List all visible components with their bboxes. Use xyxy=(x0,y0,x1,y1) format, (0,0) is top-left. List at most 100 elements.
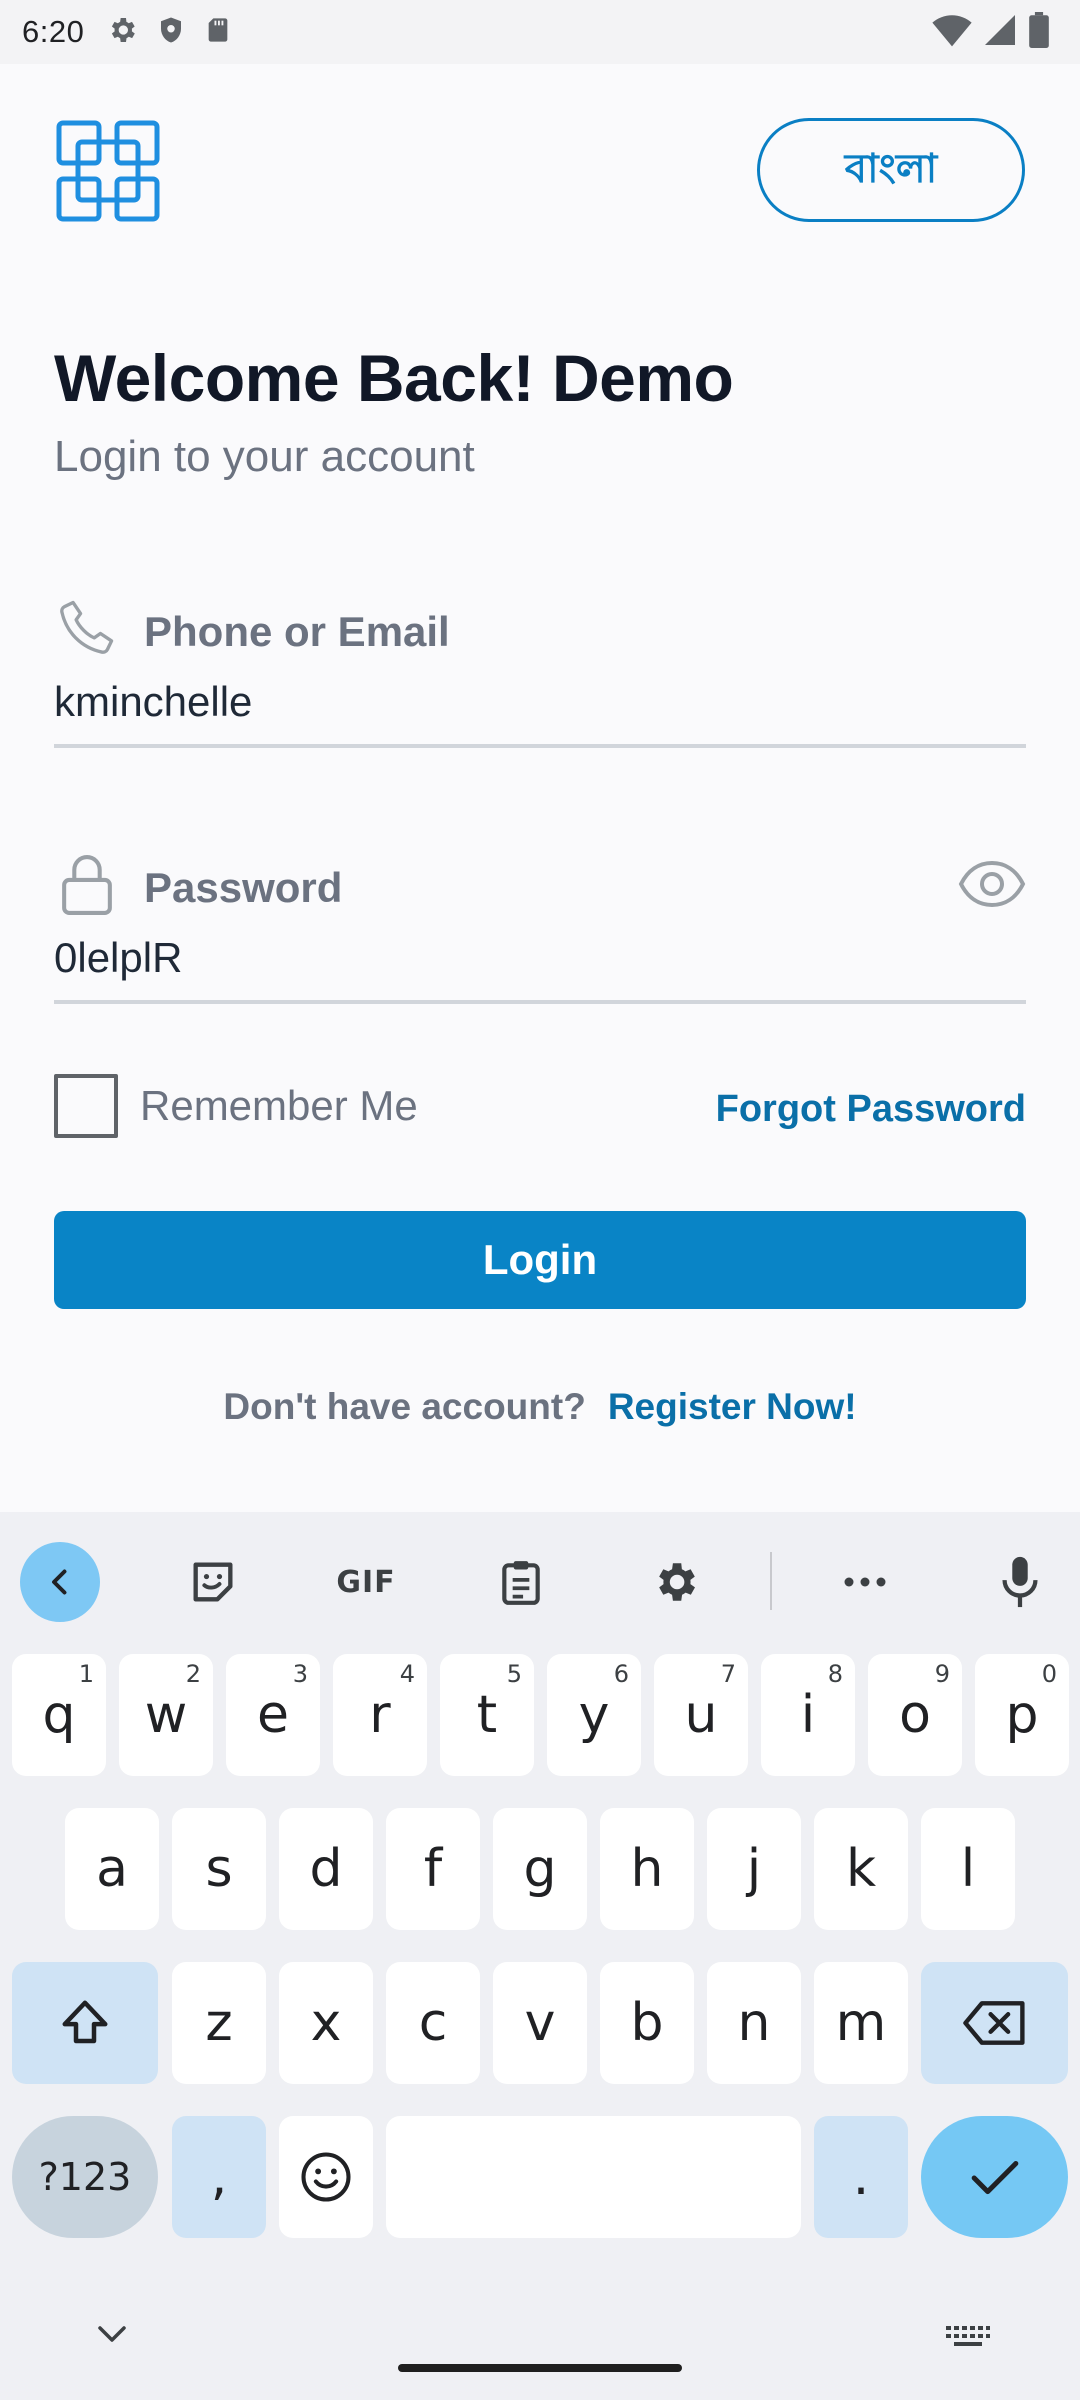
hide-keyboard-chevron-icon[interactable] xyxy=(94,2322,130,2346)
phone-email-label: Phone or Email xyxy=(144,608,450,655)
key-label: q xyxy=(42,1685,76,1745)
register-link[interactable]: Register Now! xyxy=(608,1386,857,1428)
period-key[interactable]: . xyxy=(814,2116,908,2238)
key-hint: 6 xyxy=(613,1660,629,1688)
keyboard-switch-icon[interactable] xyxy=(946,2326,990,2346)
status-bar: 6:20 xyxy=(0,0,1080,64)
lock-icon xyxy=(56,852,118,918)
key-hint: 9 xyxy=(934,1660,950,1688)
clipboard-icon[interactable] xyxy=(481,1542,561,1622)
gif-button[interactable]: GIF xyxy=(326,1542,406,1622)
back-icon[interactable] xyxy=(20,1542,100,1622)
key-c[interactable]: c xyxy=(386,1962,480,2084)
enter-key[interactable] xyxy=(921,2116,1068,2238)
key-i[interactable]: i8 xyxy=(761,1654,855,1776)
key-hint: 7 xyxy=(720,1660,736,1688)
key-label: w xyxy=(144,1685,188,1745)
app-logo-icon xyxy=(56,120,160,222)
shield-icon xyxy=(156,14,186,51)
eye-icon[interactable] xyxy=(958,858,1026,910)
gif-label: GIF xyxy=(336,1564,396,1600)
emoji-key[interactable] xyxy=(279,2116,373,2238)
remember-me-label[interactable]: Remember Me xyxy=(140,1082,418,1130)
password-value[interactable]: 0lelplR xyxy=(54,934,182,982)
key-l[interactable]: l xyxy=(921,1808,1015,1930)
key-n[interactable]: n xyxy=(707,1962,801,2084)
key-e[interactable]: e3 xyxy=(226,1654,320,1776)
key-label: a xyxy=(96,1839,128,1899)
key-label: k xyxy=(845,1839,877,1899)
remember-me-checkbox[interactable] xyxy=(54,1074,118,1138)
soft-keyboard: GIF q1 w2 e3 r4 t5 y6 u7 i8 o9 p0 a s d … xyxy=(0,1512,1080,2400)
keyboard-toolbar: GIF xyxy=(0,1512,1080,1638)
key-label: p xyxy=(1005,1685,1039,1745)
key-a[interactable]: a xyxy=(65,1808,159,1930)
key-z[interactable]: z xyxy=(172,1962,266,2084)
space-key[interactable] xyxy=(386,2116,801,2238)
key-label: z xyxy=(205,1993,233,2053)
key-label: s xyxy=(205,1839,233,1899)
settings-icon[interactable] xyxy=(635,1542,715,1622)
key-j[interactable]: j xyxy=(707,1808,801,1930)
key-g[interactable]: g xyxy=(493,1808,587,1930)
wifi-icon xyxy=(932,12,972,53)
sticker-icon[interactable] xyxy=(173,1542,253,1622)
language-toggle-button[interactable]: বাংলা xyxy=(757,118,1025,222)
key-label: ?123 xyxy=(38,2155,132,2199)
key-r[interactable]: r4 xyxy=(333,1654,427,1776)
key-o[interactable]: o9 xyxy=(868,1654,962,1776)
key-label: , xyxy=(210,2147,228,2207)
key-p[interactable]: p0 xyxy=(975,1654,1069,1776)
key-hint: 5 xyxy=(506,1660,522,1688)
key-b[interactable]: b xyxy=(600,1962,694,2084)
key-s[interactable]: s xyxy=(172,1808,266,1930)
register-row: Don't have account? Register Now! xyxy=(0,1386,1080,1428)
more-icon[interactable] xyxy=(825,1542,905,1622)
key-w[interactable]: w2 xyxy=(119,1654,213,1776)
key-label: b xyxy=(630,1993,664,2053)
shift-key[interactable] xyxy=(12,1962,158,2084)
key-label: n xyxy=(737,1993,771,2053)
key-f[interactable]: f xyxy=(386,1808,480,1930)
status-time: 6:20 xyxy=(22,14,85,49)
key-label: d xyxy=(309,1839,343,1899)
phone-email-value[interactable]: kminchelle xyxy=(54,678,252,726)
comma-key[interactable]: , xyxy=(172,2116,266,2238)
key-label: h xyxy=(630,1839,664,1899)
key-q[interactable]: q1 xyxy=(12,1654,106,1776)
key-v[interactable]: v xyxy=(493,1962,587,2084)
key-label: m xyxy=(835,1993,887,2053)
key-t[interactable]: t5 xyxy=(440,1654,534,1776)
forgot-password-link[interactable]: Forgot Password xyxy=(716,1088,1026,1131)
register-question: Don't have account? xyxy=(223,1386,586,1427)
key-label: r xyxy=(369,1685,391,1745)
login-button[interactable]: Login xyxy=(54,1211,1026,1309)
key-hint: 0 xyxy=(1041,1660,1057,1688)
key-label: y xyxy=(578,1685,610,1745)
key-m[interactable]: m xyxy=(814,1962,908,2084)
phone-email-field[interactable]: Phone or Email kminchelle xyxy=(54,596,1026,748)
key-u[interactable]: u7 xyxy=(654,1654,748,1776)
key-k[interactable]: k xyxy=(814,1808,908,1930)
password-underline xyxy=(54,1000,1026,1004)
key-label: f xyxy=(423,1839,443,1899)
shift-icon xyxy=(62,2000,108,2044)
home-indicator[interactable] xyxy=(398,2364,682,2372)
password-field[interactable]: Password 0lelplR xyxy=(54,852,1026,1004)
key-label: v xyxy=(524,1993,556,2053)
key-label: l xyxy=(960,1839,976,1899)
backspace-icon xyxy=(962,2001,1025,2045)
key-d[interactable]: d xyxy=(279,1808,373,1930)
emoji-icon xyxy=(301,2152,351,2202)
backspace-key[interactable] xyxy=(921,1962,1068,2084)
key-x[interactable]: x xyxy=(279,1962,373,2084)
key-label: o xyxy=(899,1685,931,1745)
key-hint: 1 xyxy=(78,1660,94,1688)
key-y[interactable]: y6 xyxy=(547,1654,641,1776)
phone-icon xyxy=(56,596,118,662)
signal-icon xyxy=(982,12,1018,53)
page-subtitle: Login to your account xyxy=(54,432,475,481)
key-h[interactable]: h xyxy=(600,1808,694,1930)
symbols-key[interactable]: ?123 xyxy=(12,2116,158,2238)
mic-icon[interactable] xyxy=(980,1542,1060,1622)
